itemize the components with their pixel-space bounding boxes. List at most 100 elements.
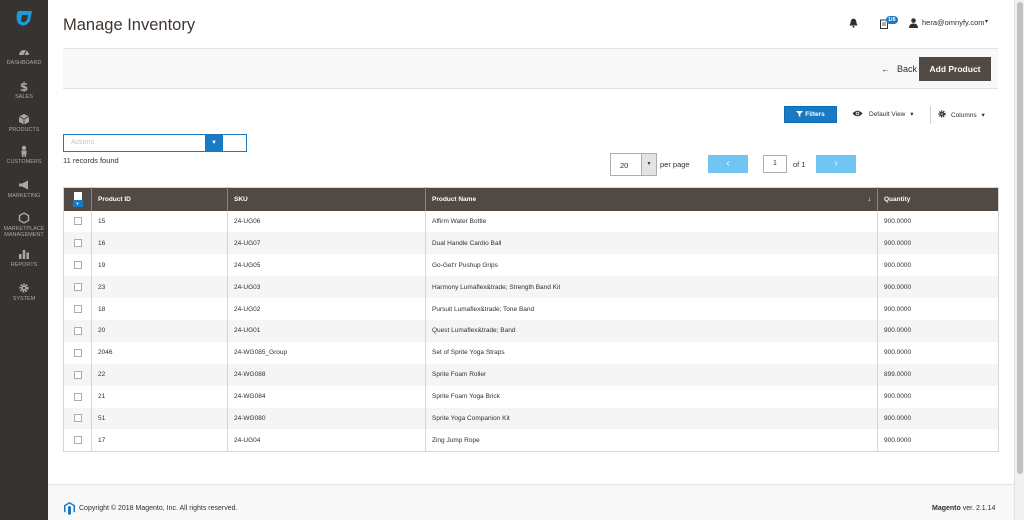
table-row[interactable]: 51 24-WG080 Sprite Yoga Companion Kit 900.0… [63, 407, 999, 430]
copyright-text: Copyright © 2018 Magento, Inc. All right… [79, 505, 238, 512]
row-select-cell[interactable] [64, 211, 92, 233]
person-icon [21, 145, 27, 157]
table-row[interactable]: 19 24-UG05 Go-Get'r Pushup Grips 900.0000 [64, 254, 999, 277]
row-checkbox[interactable] [73, 436, 82, 445]
filters-button[interactable]: Filters [784, 106, 837, 123]
cell-quantity: 900.0000 [877, 341, 999, 364]
cell-sku: 24-UG07 [227, 232, 426, 255]
select-all-column[interactable]: ▼ [63, 187, 92, 211]
sidebar-item-reports[interactable]: REPORTS [0, 248, 48, 268]
per-page-label: per page [660, 160, 690, 169]
cell-sku: 24-UG03 [227, 276, 426, 299]
columns-dropdown[interactable]: Columns ▾ [938, 110, 985, 119]
cell-product-id: 19 [91, 254, 228, 277]
cell-sku: 24-WG084 [227, 385, 426, 408]
cell-product-name: Set of Sprite Yoga Straps [425, 341, 878, 364]
row-checkbox[interactable] [73, 261, 82, 270]
row-checkbox[interactable] [73, 414, 82, 423]
cube-icon [18, 114, 30, 125]
gear-icon [938, 110, 946, 118]
row-select-cell[interactable] [63, 363, 92, 386]
chevron-down-icon[interactable]: ▼ [72, 200, 83, 208]
dollar-icon: $ [20, 80, 28, 92]
table-row[interactable]: 20 24-UG01 Quest Lumaflex&trade; Band 900.0… [63, 319, 999, 342]
select-all-checkbox[interactable]: ▼ [72, 191, 83, 208]
row-select-cell[interactable] [63, 232, 92, 255]
view-dropdown[interactable]: Default View ▾ [852, 110, 913, 118]
chevron-down-icon: ▾ [910, 111, 914, 118]
table-row[interactable]: 2046 24-WG085_Group Set of Sprite Yoga Str… [64, 341, 999, 364]
table-row[interactable]: 23 24-UG03 Harmony Lumaflex&trade; Strengt… [63, 276, 999, 299]
chevron-down-icon[interactable]: ▼ [641, 154, 656, 175]
column-header-product-name[interactable]: Product Name ↓ [425, 187, 878, 211]
user-account-link[interactable]: hera@omnyfy.com [922, 18, 985, 27]
row-select-cell[interactable] [64, 342, 92, 364]
row-checkbox[interactable] [73, 348, 82, 357]
sidebar-item-marketing[interactable]: MARKETING [0, 179, 48, 199]
records-count: 11 records found [63, 156, 119, 165]
row-select-cell[interactable] [64, 254, 92, 276]
table-row[interactable]: 15 24-UG06 Affirm Water Bottle 900.0000 [64, 210, 999, 233]
actions-select[interactable]: Actions ▼ [63, 134, 247, 152]
row-select-cell[interactable] [64, 429, 92, 451]
row-checkbox[interactable] [73, 239, 82, 248]
next-page-button[interactable]: › [816, 155, 856, 173]
cell-product-id: 51 [91, 407, 228, 430]
row-select-cell[interactable] [63, 319, 92, 342]
back-button[interactable]: ← Back [881, 64, 917, 74]
scrollbar-thumb[interactable] [1017, 2, 1023, 474]
bell-icon[interactable] [849, 18, 858, 28]
sidebar-item-products[interactable]: PRODUCTS [0, 113, 48, 133]
table-header-row: ▼ Product ID SKU Product Name ↓ Quantity [63, 187, 999, 211]
row-select-cell[interactable] [63, 407, 92, 430]
chevron-down-icon[interactable]: ▾ [985, 18, 988, 25]
sidebar-item-label: SALES [15, 94, 33, 100]
page-number-input[interactable]: 1 [763, 155, 787, 173]
sidebar-item-label: MANAGEMENT [4, 232, 44, 238]
cell-quantity: 900.0000 [877, 210, 999, 233]
notifications[interactable]: 1/6 [880, 16, 902, 30]
cell-product-name: Pursuit Lumaflex&trade; Tone Band [425, 298, 878, 320]
row-checkbox[interactable] [73, 326, 82, 335]
table-row[interactable]: 21 24-WG084 Sprite Foam Yoga Brick 900.0000 [64, 385, 999, 408]
column-header-sku[interactable]: SKU [227, 187, 426, 211]
chevron-down-icon[interactable]: ▼ [205, 135, 223, 151]
filter-icon [796, 111, 804, 117]
magento-logo-icon[interactable] [12, 7, 36, 31]
column-header-product-id[interactable]: Product ID [91, 187, 228, 211]
main-content: Manage Inventory 1/6 hera@omnyfy.com ▾ ←… [48, 0, 1014, 520]
page-actions-bar: ← Back Add Product [63, 48, 998, 89]
row-select-cell[interactable] [64, 298, 92, 320]
table-row[interactable]: 17 24-UG04 Zing Jump Rope 900.0000 [64, 429, 999, 452]
row-select-cell[interactable] [64, 386, 92, 408]
row-checkbox[interactable] [73, 370, 82, 379]
chevron-left-icon: ‹ [726, 158, 730, 169]
row-checkbox[interactable] [73, 305, 82, 313]
cell-product-name: Dual Handle Cardio Ball [425, 232, 878, 255]
user-icon[interactable] [909, 18, 918, 28]
cell-product-id: 15 [91, 210, 228, 233]
row-checkbox[interactable] [73, 283, 82, 292]
sidebar-item-label: MARKETING [7, 193, 41, 199]
row-checkbox[interactable] [73, 392, 82, 401]
sidebar-item-customers[interactable]: CUSTOMERS [0, 145, 48, 165]
table-row[interactable]: 22 24-WG088 Sprite Foam Roller 899.0000 [63, 363, 999, 386]
add-product-button[interactable]: Add Product [919, 57, 991, 81]
cell-product-id: 21 [91, 385, 228, 408]
total-pages: of 1 [793, 160, 806, 169]
cell-product-id: 17 [91, 429, 228, 452]
sidebar-item-marketplace-management[interactable]: MARKETPLACE MANAGEMENT [0, 212, 48, 238]
sidebar-item-label: DASHBOARD [6, 60, 42, 66]
page-scrollbar[interactable] [1014, 0, 1024, 520]
table-row[interactable]: 18 24-UG02 Pursuit Lumaflex&trade; Tone Ba… [64, 298, 999, 320]
per-page-select[interactable]: 20 ▼ [610, 153, 657, 176]
row-checkbox[interactable] [73, 217, 82, 226]
column-header-quantity[interactable]: Quantity [877, 187, 999, 211]
sidebar-item-dashboard[interactable]: DASHBOARD [0, 46, 48, 66]
sidebar-item-system[interactable]: SYSTEM [0, 282, 48, 302]
row-select-cell[interactable] [63, 276, 92, 299]
per-page-value: 20 [620, 161, 629, 170]
sidebar-item-sales[interactable]: $ SALES [0, 80, 48, 100]
table-row[interactable]: 16 24-UG07 Dual Handle Cardio Ball 900.0000 [63, 232, 999, 255]
previous-page-button[interactable]: ‹ [708, 155, 748, 173]
